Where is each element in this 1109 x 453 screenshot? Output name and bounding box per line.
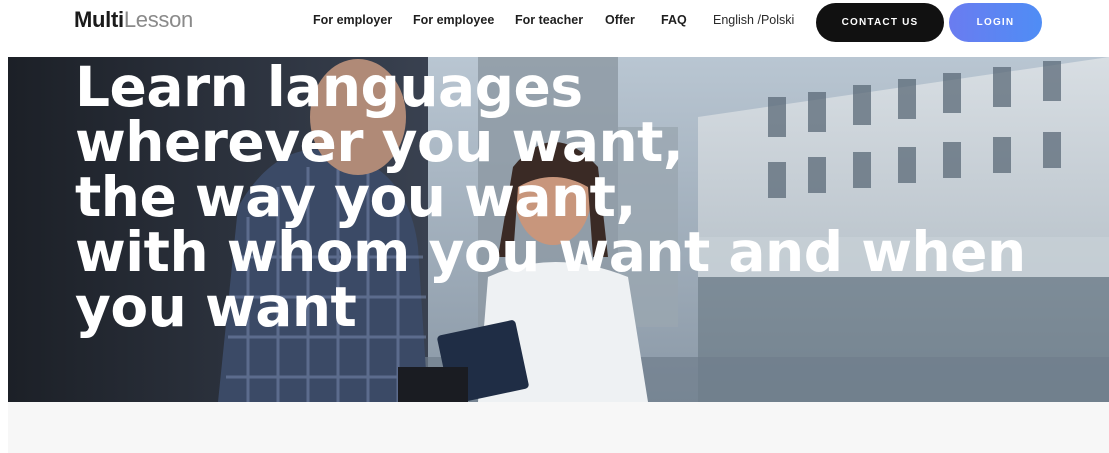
nav-for-employer[interactable]: For employer <box>313 12 392 28</box>
nav-offer[interactable]: Offer <box>605 12 635 28</box>
contact-us-button[interactable]: CONTACT US <box>816 3 944 42</box>
nav-for-teacher[interactable]: For teacher <box>515 12 583 28</box>
logo-bold-text: Multi <box>74 7 124 32</box>
nav-faq[interactable]: FAQ <box>661 12 687 28</box>
site-header: MultiLesson For employer For employee Fo… <box>0 0 1109 54</box>
hero-headline: Learn languages wherever you want, the w… <box>75 60 1026 335</box>
hero-banner: Learn languages wherever you want, the w… <box>8 57 1109 402</box>
hero-line-4: with whom you want and when <box>75 220 1026 284</box>
language-switcher[interactable]: English /Polski <box>713 12 794 28</box>
login-button[interactable]: LOGIN <box>949 3 1042 42</box>
hero-line-2: wherever you want, <box>75 110 684 174</box>
multilesson-logo[interactable]: MultiLesson <box>74 7 193 33</box>
hero-line-3: the way you want, <box>75 165 636 229</box>
hero-line-5: you want <box>75 275 357 339</box>
nav-for-employee[interactable]: For employee <box>413 12 494 28</box>
hero-line-1: Learn languages <box>75 57 583 119</box>
content-section-background <box>8 402 1109 453</box>
logo-light-text: Lesson <box>123 7 193 32</box>
